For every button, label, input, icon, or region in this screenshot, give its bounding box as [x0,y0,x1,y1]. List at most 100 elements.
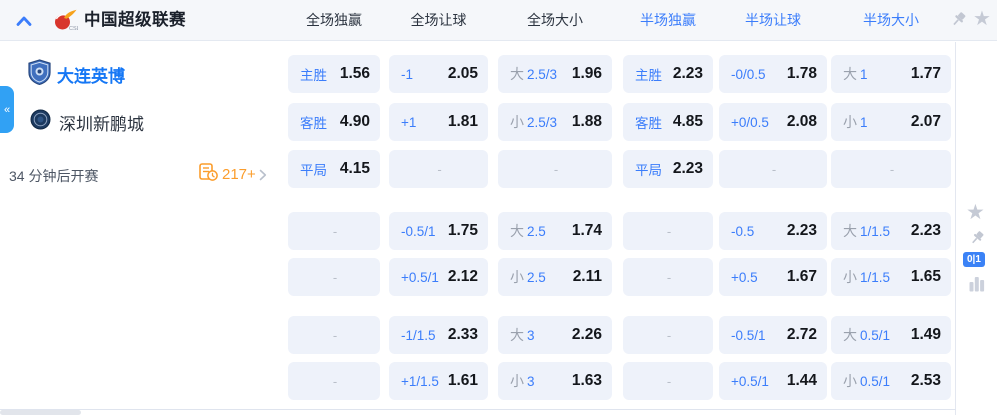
column-header: 半场独赢 [640,12,696,28]
odds-line-label: 1 [860,66,868,82]
favorite-star-icon[interactable]: ★ [966,198,985,227]
odds-line-label: +1/1.5 [401,373,439,389]
over-under-direction-label: 小 [843,373,857,389]
score-badge[interactable]: 0|1 [963,252,985,267]
odds-empty-dash: - [666,373,672,389]
odds-cell[interactable]: 大 3 2.26 [498,316,612,354]
odds-value: 4.15 [339,160,370,177]
odds-cell[interactable]: 大 2.5/3 1.96 [498,55,612,93]
odds-line-label: 平局 [635,163,662,178]
league-header-bar: CSL 中国超级联赛 全场独赢 全场让球 全场大小 半场独赢 半场让球 半场大小 ★ [0,0,997,41]
column-header: 全场让球 [410,12,467,28]
odds-cell-empty: - [389,150,488,188]
odds-cell[interactable]: 小 1 2.07 [831,103,951,141]
odds-cell[interactable]: 主胜 2.23 [623,55,713,93]
odds-cell[interactable]: 大 0.5/1 1.49 [831,316,951,354]
odds-cell[interactable]: 客胜 4.90 [288,103,380,141]
odds-cell-empty: - [623,316,713,354]
odds-line-label: 1 [860,114,868,130]
odds-line-label: -0.5/1 [731,327,766,343]
home-team-row[interactable]: 大连英博 [28,58,125,90]
odds-cell[interactable]: 小 1/1.5 1.65 [831,258,951,296]
odds-empty-dash: - [332,223,338,239]
odds-cell-empty: - [288,362,380,400]
odds-cell[interactable]: +0.5 1.67 [719,258,827,296]
odds-line-label: 0.5/1 [860,373,891,389]
over-under-direction-label: 小 [843,114,857,130]
odds-value: 2.33 [447,326,478,343]
odds-cell[interactable]: 小 3 1.63 [498,362,612,400]
away-team-name[interactable]: 深圳新鹏城 [59,110,144,135]
odds-line-label: 客胜 [635,116,662,131]
odds-cell[interactable]: 大 1/1.5 2.23 [831,212,951,250]
over-under-direction-label: 大 [843,66,857,82]
odds-empty-dash: - [666,327,672,343]
home-team-name[interactable]: 大连英博 [57,62,125,87]
svg-text:CSL: CSL [69,26,78,32]
odds-line-label: +0.5/1 [401,269,439,285]
odds-cell[interactable]: +1/1.5 1.61 [389,362,488,400]
odds-line-label: 2.5/3 [527,66,558,82]
odds-cell[interactable]: 小 2.5 2.11 [498,258,612,296]
double-chevron-left-icon: « [3,103,11,116]
odds-line-label: 1/1.5 [860,223,891,239]
odds-line-label: +0.5 [731,269,758,285]
away-team-badge-icon [30,109,51,135]
stats-bar-chart-icon[interactable] [969,275,985,297]
header-pin-icon[interactable] [950,11,967,33]
over-under-direction-label: 大 [510,327,524,343]
odds-board: CSL 中国超级联赛 全场独赢 全场让球 全场大小 半场独赢 半场让球 半场大小 ★ « [0,0,997,415]
horizontal-scrollbar-thumb[interactable] [0,410,81,415]
odds-line-label: 平局 [300,163,327,178]
odds-cell[interactable]: -0.5/1 2.72 [719,316,827,354]
odds-cell[interactable]: 平局 2.23 [623,150,713,188]
odds-cell[interactable]: 小 0.5/1 2.53 [831,362,951,400]
odds-value: 1.74 [571,222,602,239]
over-under-direction-label: 大 [843,223,857,239]
odds-empty-dash: - [553,161,559,177]
odds-cell[interactable]: 大 2.5 1.74 [498,212,612,250]
odds-line-label: -0.5 [731,223,755,239]
odds-cell[interactable]: +0.5/1 1.44 [719,362,827,400]
odds-value: 1.75 [447,222,478,239]
pin-match-icon[interactable] [969,230,985,251]
away-team-row[interactable]: 深圳新鹏城 [30,108,144,136]
odds-line-label: +1 [401,114,417,130]
header-star-icon[interactable]: ★ [973,5,991,33]
odds-cell[interactable]: -0.5 2.23 [719,212,827,250]
collapse-league-button[interactable] [16,14,32,26]
odds-cell-empty: - [288,316,380,354]
odds-empty-dash: - [437,161,442,177]
home-team-badge-icon [28,58,51,90]
over-under-direction-label: 小 [843,269,857,285]
odds-cell[interactable]: 大 1 1.77 [831,55,951,93]
odds-empty-dash: - [771,161,777,177]
odds-line-label: 主胜 [635,68,662,83]
more-markets-link[interactable]: 217+ [199,163,267,186]
odds-cell[interactable]: -0.5/1 1.75 [389,212,488,250]
sidebar-collapse-tab[interactable]: « [0,86,14,133]
odds-line-label: -0/0.5 [731,66,766,82]
odds-cell-empty: - [623,212,713,250]
odds-cell[interactable]: 主胜 1.56 [288,55,380,93]
odds-cell-empty: - [623,362,713,400]
odds-cell[interactable]: -1 2.05 [389,55,488,93]
section-divider [0,409,956,410]
odds-value: 4.85 [672,113,703,130]
odds-cell[interactable]: -0/0.5 1.78 [719,55,827,93]
odds-value: 2.08 [786,113,817,130]
right-rail-divider [955,42,956,415]
odds-cell[interactable]: 平局 4.15 [288,150,380,188]
odds-cell[interactable]: +0.5/1 2.12 [389,258,488,296]
odds-value: 1.44 [786,372,817,389]
odds-cell[interactable]: -1/1.5 2.33 [389,316,488,354]
odds-value: 2.11 [572,268,602,285]
odds-cell[interactable]: 小 2.5/3 1.88 [498,103,612,141]
odds-line-label: 2.5 [527,223,546,239]
odds-cell[interactable]: +1 1.81 [389,103,488,141]
odds-cell-empty: - [288,212,380,250]
odds-value: 2.12 [447,268,478,285]
odds-line-label: 客胜 [300,116,327,131]
odds-cell[interactable]: +0/0.5 2.08 [719,103,827,141]
odds-cell[interactable]: 客胜 4.85 [623,103,713,141]
